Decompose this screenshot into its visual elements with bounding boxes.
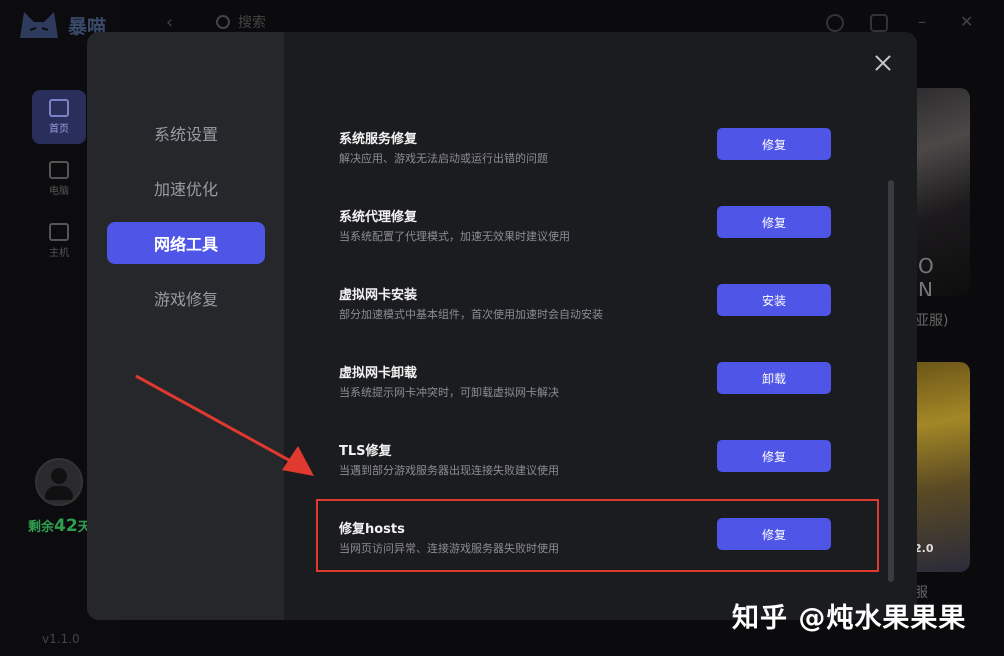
tool-title: 系统服务修复 — [339, 132, 418, 147]
tab-game-repair[interactable]: 游戏修复 — [107, 277, 265, 319]
scrollbar[interactable] — [888, 180, 894, 582]
menu-icon[interactable] — [870, 14, 888, 32]
days-remaining: 剩余42天 — [28, 516, 91, 536]
monitor-icon — [49, 161, 69, 179]
tool-desc: 当遇到部分游戏服务器出现连接失败建议使用 — [339, 464, 559, 477]
tool-title: 虚拟网卡卸载 — [339, 366, 418, 381]
tool-row-vnic-uninstall: 虚拟网卡卸载 当系统提示网卡冲突时，可卸载虚拟网卡解决 卸载 — [339, 362, 839, 422]
app-version: v1.1.0 — [42, 632, 80, 646]
tool-desc: 当系统提示网卡冲突时，可卸载虚拟网卡解决 — [339, 386, 559, 399]
avatar[interactable] — [35, 458, 83, 506]
nav-pc[interactable]: 电脑 — [32, 152, 86, 206]
window-close-icon[interactable]: ✕ — [960, 12, 973, 31]
search-placeholder: 搜索 — [238, 15, 266, 31]
tool-row-proxy-repair: 系统代理修复 当系统配置了代理模式，加速无效果时建议使用 修复 — [339, 206, 839, 266]
minimize-icon[interactable]: – — [918, 12, 926, 31]
settings-nav: 系统设置 加速优化 网络工具 游戏修复 — [87, 32, 284, 620]
home-icon — [49, 99, 69, 117]
tool-desc: 部分加速模式中基本组件，首次使用加速时会自动安装 — [339, 308, 603, 321]
tls-repair-button[interactable]: 修复 — [717, 440, 831, 472]
tab-network-tools[interactable]: 网络工具 — [107, 222, 265, 264]
nav-console[interactable]: 主机 — [32, 214, 86, 268]
tab-acceleration[interactable]: 加速优化 — [107, 167, 265, 209]
cat-logo-icon — [20, 12, 58, 38]
vnic-install-button[interactable]: 安装 — [717, 284, 831, 316]
tool-row-tls-repair: TLS修复 当遇到部分游戏服务器出现连接失败建议使用 修复 — [339, 440, 839, 500]
tool-title: 虚拟网卡安装 — [339, 288, 418, 303]
nav-pc-label: 电脑 — [49, 186, 69, 197]
vnic-uninstall-button[interactable]: 卸载 — [717, 362, 831, 394]
nav-console-label: 主机 — [49, 248, 69, 259]
back-arrow-icon[interactable]: ‹ — [166, 12, 173, 33]
tool-row-vnic-install: 虚拟网卡安装 部分加速模式中基本组件，首次使用加速时会自动安装 安装 — [339, 284, 839, 344]
game-card-text: O N — [918, 254, 943, 296]
nav-home[interactable]: 首页 — [32, 90, 86, 144]
tool-title: TLS修复 — [339, 444, 392, 459]
headset-icon[interactable] — [826, 14, 844, 32]
tab-system-settings[interactable]: 系统设置 — [107, 112, 265, 154]
days-number: 42 — [54, 516, 78, 536]
game-label: 亚服) — [915, 313, 949, 329]
service-repair-button[interactable]: 修复 — [717, 128, 831, 160]
tool-row-service-repair: 系统服务修复 解决应用、游戏无法启动或运行出错的问题 修复 — [339, 128, 839, 188]
watermark: 知乎 @炖水果果果 — [732, 603, 967, 634]
search-bar[interactable]: 搜索 — [216, 12, 266, 32]
proxy-repair-button[interactable]: 修复 — [717, 206, 831, 238]
search-icon — [216, 15, 230, 29]
days-prefix: 剩余 — [28, 520, 55, 535]
close-icon[interactable] — [874, 54, 892, 72]
highlight-box — [316, 499, 879, 572]
tool-desc: 解决应用、游戏无法启动或运行出错的问题 — [339, 152, 548, 165]
nav-home-label: 首页 — [49, 124, 69, 135]
gamepad-icon — [49, 223, 69, 241]
tool-title: 系统代理修复 — [339, 210, 418, 225]
tool-desc: 当系统配置了代理模式，加速无效果时建议使用 — [339, 230, 570, 243]
